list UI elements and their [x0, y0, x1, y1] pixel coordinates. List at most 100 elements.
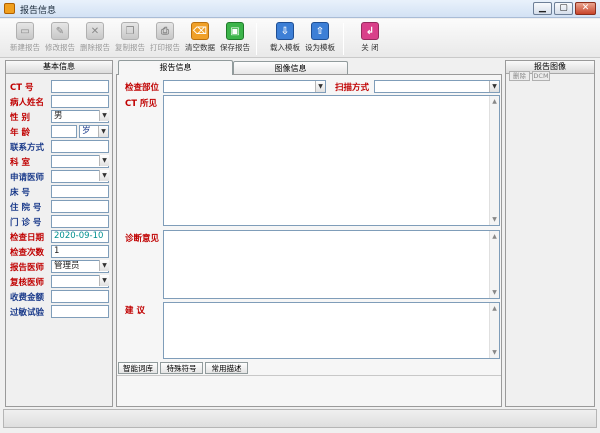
- field-label: 科 室: [10, 158, 30, 168]
- field-label: 住 院 号: [10, 203, 42, 213]
- edit-pencil-icon: ✎: [51, 22, 69, 40]
- tab-common-descriptions[interactable]: 常用描述: [205, 362, 248, 374]
- tab-smart-lexicon[interactable]: 智能词库: [118, 362, 158, 374]
- scan-method-select[interactable]: ▼: [374, 80, 500, 93]
- field-row: CT 号: [10, 80, 114, 93]
- chevron-down-icon[interactable]: ▼: [99, 155, 109, 166]
- close-button[interactable]: ↲ 关 闭: [349, 21, 391, 57]
- tab-image-info[interactable]: 图像信息: [233, 61, 348, 75]
- vertical-scrollbar[interactable]: ▲ ▼: [489, 303, 499, 358]
- field-label: 床 号: [10, 188, 30, 198]
- title-bar: 报告信息 ▁ ▢ ✕: [0, 0, 600, 18]
- scan-method-label: 扫描方式: [335, 83, 370, 93]
- field-label: 年 龄: [10, 128, 30, 138]
- field-row: 年 龄岁 ▼: [10, 125, 114, 138]
- field-input[interactable]: [51, 95, 109, 108]
- new-document-icon: ▭: [16, 22, 34, 40]
- app-icon: [4, 3, 15, 14]
- status-bar: [3, 409, 597, 428]
- field-label: 联系方式: [10, 143, 45, 153]
- field-row: 报告医师 管理员 ▼: [10, 260, 114, 273]
- field-label: CT 号: [10, 83, 34, 93]
- field-row: 门 诊 号: [10, 215, 114, 228]
- delete-x-icon: ✕: [86, 22, 104, 40]
- field-input[interactable]: [51, 80, 109, 93]
- chevron-down-icon[interactable]: ▼: [98, 126, 108, 137]
- field-row: 收费金额: [10, 290, 114, 303]
- chevron-down-icon[interactable]: ▼: [99, 170, 109, 181]
- field-label: 性 别: [10, 113, 30, 123]
- dcm-button[interactable]: DCM: [532, 71, 550, 81]
- advice-label: 建 议: [125, 306, 145, 316]
- field-label: 申请医师: [10, 173, 45, 183]
- field-row: 床 号: [10, 185, 114, 198]
- field-input[interactable]: [51, 305, 109, 318]
- ct-findings-label: CT 所见: [125, 99, 157, 109]
- chevron-down-icon[interactable]: ▼: [99, 260, 109, 271]
- scroll-down-icon[interactable]: ▼: [490, 348, 499, 357]
- age-unit-value: 岁: [82, 126, 91, 136]
- set-template-label: 设为模板: [305, 43, 335, 52]
- set-template-icon: ⇧: [311, 22, 329, 40]
- delete-image-button[interactable]: 删除: [509, 71, 530, 81]
- field-row: 性 别男 ▼: [10, 110, 114, 123]
- exam-part-select[interactable]: ▼: [163, 80, 326, 93]
- chevron-down-icon[interactable]: ▼: [99, 110, 109, 121]
- copy-icon: ❐: [121, 22, 139, 40]
- set-template-button[interactable]: ⇧ 设为模板: [299, 21, 341, 57]
- tab-report-info[interactable]: 报告信息: [118, 60, 233, 75]
- field-row: 复核医师 ▼: [10, 275, 114, 288]
- vertical-scrollbar[interactable]: ▲ ▼: [489, 96, 499, 225]
- vertical-scrollbar[interactable]: ▲ ▼: [489, 231, 499, 298]
- report-info-pane: 检查部位 ▼ 扫描方式 ▼ CT 所见 ▲ ▼ 诊断意见 ▲ ▼ 建 议 ▲ ▼: [116, 74, 502, 407]
- field-row: 检查日期 2020-09-10: [10, 230, 114, 243]
- field-label: 过敏试验: [10, 308, 45, 318]
- save-report-button[interactable]: ▣ 保存报告: [214, 21, 256, 57]
- scroll-up-icon[interactable]: ▲: [490, 304, 499, 313]
- report-center: 报告信息 图像信息 检查部位 ▼ 扫描方式 ▼ CT 所见 ▲ ▼ 诊断意见 ▲…: [116, 60, 502, 407]
- tab-special-symbols[interactable]: 特殊符号: [160, 362, 203, 374]
- field-input[interactable]: [51, 290, 109, 303]
- advice-textarea[interactable]: ▲ ▼: [163, 302, 500, 359]
- diagnosis-textarea[interactable]: ▲ ▼: [163, 230, 500, 299]
- maximize-button[interactable]: ▢: [554, 2, 573, 15]
- save-report-label: 保存报告: [220, 43, 250, 52]
- window-close-button[interactable]: ✕: [575, 2, 596, 15]
- diagnosis-label: 诊断意见: [125, 234, 160, 244]
- field-input[interactable]: 2020-09-10: [51, 230, 109, 243]
- basic-info-title: 基本信息: [6, 61, 112, 74]
- scroll-down-icon[interactable]: ▼: [490, 288, 499, 297]
- field-row: 住 院 号: [10, 200, 114, 213]
- toolbar: ▭ 新建报告 ✎ 修改报告 ✕ 删除报告 ❐ 复制报告 ⎙ 打印报告 ⌫ 清空数…: [0, 19, 600, 58]
- exam-part-label: 检查部位: [125, 83, 160, 93]
- field-input[interactable]: [51, 125, 77, 138]
- field-input[interactable]: [51, 215, 109, 228]
- field-label: 复核医师: [10, 278, 45, 288]
- scroll-up-icon[interactable]: ▲: [490, 232, 499, 241]
- field-row: 科 室 ▼: [10, 155, 114, 168]
- scroll-down-icon[interactable]: ▼: [490, 215, 499, 224]
- load-template-icon: ⇩: [276, 22, 294, 40]
- field-row: 病人姓名: [10, 95, 114, 108]
- age-unit-select[interactable]: 岁 ▼: [79, 125, 109, 138]
- field-input[interactable]: [51, 140, 109, 153]
- report-images-panel: 报告图像: [505, 60, 595, 407]
- minimize-button[interactable]: ▁: [533, 2, 552, 15]
- field-input[interactable]: [51, 185, 109, 198]
- basic-info-panel: 基本信息 CT 号病人姓名性 别男 ▼ 年 龄岁 ▼ 联系方式科 室 ▼ 申请医师 ▼ 床 号住…: [5, 60, 113, 407]
- chevron-down-icon[interactable]: ▼: [99, 275, 109, 286]
- field-input[interactable]: [51, 200, 109, 213]
- toolbar-separator: [256, 23, 257, 55]
- field-label: 门 诊 号: [10, 218, 42, 228]
- scroll-up-icon[interactable]: ▲: [490, 97, 499, 106]
- field-input[interactable]: 1: [51, 245, 109, 258]
- field-row: 联系方式: [10, 140, 114, 153]
- exit-icon: ↲: [361, 22, 379, 40]
- field-label: 检查次数: [10, 248, 45, 258]
- field-label: 检查日期: [10, 233, 45, 243]
- field-row: 过敏试验: [10, 305, 114, 318]
- field-row: 申请医师 ▼: [10, 170, 114, 183]
- window-title: 报告信息: [20, 6, 57, 16]
- ct-findings-textarea[interactable]: ▲ ▼: [163, 95, 500, 226]
- chevron-down-icon: ▼: [489, 81, 499, 92]
